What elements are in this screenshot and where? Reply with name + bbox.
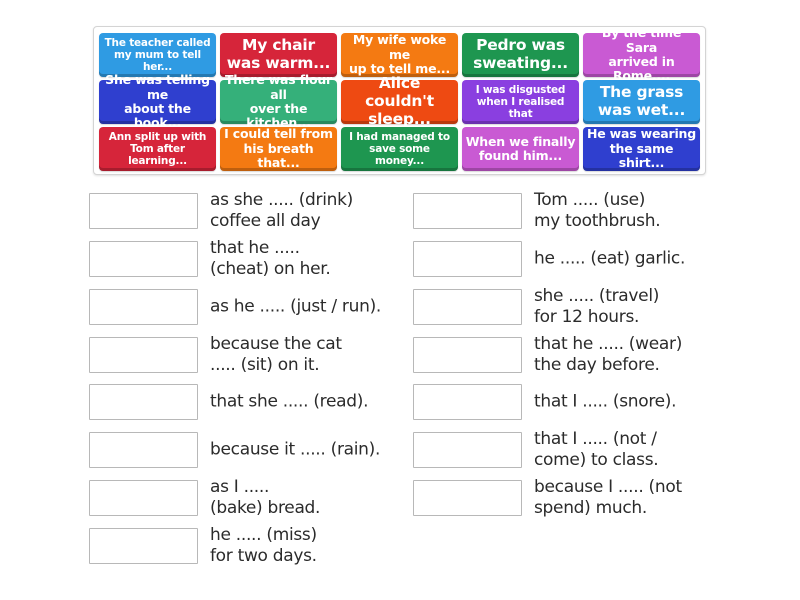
tile-label: By the time Sara arrived in Rome,...: [601, 25, 682, 84]
sentence-ending: as he ..... (just / run).: [210, 296, 382, 317]
answer-tile[interactable]: I could tell from his breath that...: [220, 127, 337, 171]
drop-target-box[interactable]: [413, 480, 522, 516]
sentence-ending: because I ..... (not spend) much.: [534, 477, 682, 518]
drop-target-box[interactable]: [89, 384, 198, 420]
answer-tile[interactable]: When we finally found him...: [462, 127, 579, 171]
drop-target-box[interactable]: [89, 337, 198, 373]
answer-tile[interactable]: There was flour all over the kitchen...: [220, 73, 337, 130]
tile-label: The grass was wet...: [597, 83, 686, 119]
answer-tile[interactable]: By the time Sara arrived in Rome,...: [583, 26, 700, 83]
match-up-activity: The teacher called my mum to tell her...…: [0, 0, 800, 600]
tile-label: I was disgusted when I realised that: [475, 83, 566, 121]
tile-label: The teacher called my mum to tell her...: [104, 36, 211, 74]
answer-tile[interactable]: He was wearing the same shirt...: [583, 127, 700, 171]
tile-label: Pedro was sweating...: [473, 36, 568, 72]
tile-label: My chair was warm...: [226, 36, 331, 72]
tile-label: He was wearing the same shirt...: [586, 126, 697, 171]
answer-tile[interactable]: She was telling me about the book...: [99, 73, 216, 130]
sentence-ending: he ..... (miss) for two days.: [210, 525, 317, 566]
tile-label: There was flour all over the kitchen...: [224, 72, 333, 131]
drop-target-box[interactable]: [413, 193, 522, 229]
drop-target-box[interactable]: [413, 289, 522, 325]
drop-target-box[interactable]: [89, 528, 198, 564]
drop-target-box[interactable]: [89, 432, 198, 468]
answer-tile[interactable]: The teacher called my mum to tell her...: [99, 33, 216, 77]
answer-tile[interactable]: My chair was warm...: [220, 33, 337, 77]
sentence-ending: he ..... (eat) garlic.: [534, 248, 686, 269]
drop-target-box[interactable]: [413, 241, 522, 277]
sentence-ending: that he ..... (cheat) on her.: [210, 238, 331, 279]
drop-target-box[interactable]: [89, 241, 198, 277]
tile-label: I had managed to save some money...: [349, 130, 450, 168]
sentence-ending: because the cat ..... (sit) on it.: [210, 334, 342, 375]
tile-label: Alice couldn't sleep...: [365, 74, 434, 128]
sentence-ending: that he ..... (wear) the day before.: [534, 334, 683, 375]
sentence-ending: that she ..... (read).: [210, 391, 369, 412]
answer-tile[interactable]: Pedro was sweating...: [462, 33, 579, 77]
answer-tile[interactable]: Ann split up with Tom after learning...: [99, 127, 216, 171]
answer-tile[interactable]: I had managed to save some money...: [341, 127, 458, 171]
sentence-ending: that I ..... (not / come) to class.: [534, 429, 659, 470]
answer-tile[interactable]: My wife woke me up to tell me...: [341, 33, 458, 77]
sentence-ending: she ..... (travel) for 12 hours.: [534, 286, 660, 327]
tile-label: I could tell from his breath that...: [224, 126, 333, 171]
drop-target-box[interactable]: [89, 480, 198, 516]
answer-tile[interactable]: I was disgusted when I realised that: [462, 80, 579, 124]
sentence-ending: Tom ..... (use) my toothbrush.: [534, 190, 661, 231]
tile-label: Ann split up with Tom after learning...: [108, 130, 207, 168]
sentence-ending: that I ..... (snore).: [534, 391, 677, 412]
tile-label: When we finally found him...: [465, 133, 576, 163]
drop-target-box[interactable]: [413, 432, 522, 468]
answer-tile[interactable]: Alice couldn't sleep...: [341, 74, 458, 128]
drop-target-box[interactable]: [89, 289, 198, 325]
drop-target-box[interactable]: [89, 193, 198, 229]
sentence-ending: as I ..... (bake) bread.: [210, 477, 321, 518]
sentence-ending: as she ..... (drink) coffee all day: [210, 190, 353, 231]
tile-label: She was telling me about the book...: [105, 72, 210, 131]
drop-target-box[interactable]: [413, 337, 522, 373]
sentence-ending: because it ..... (rain).: [210, 439, 381, 460]
tile-label: My wife woke me up to tell me...: [348, 32, 451, 77]
answer-tile[interactable]: The grass was wet...: [583, 80, 700, 124]
drop-target-box[interactable]: [413, 384, 522, 420]
